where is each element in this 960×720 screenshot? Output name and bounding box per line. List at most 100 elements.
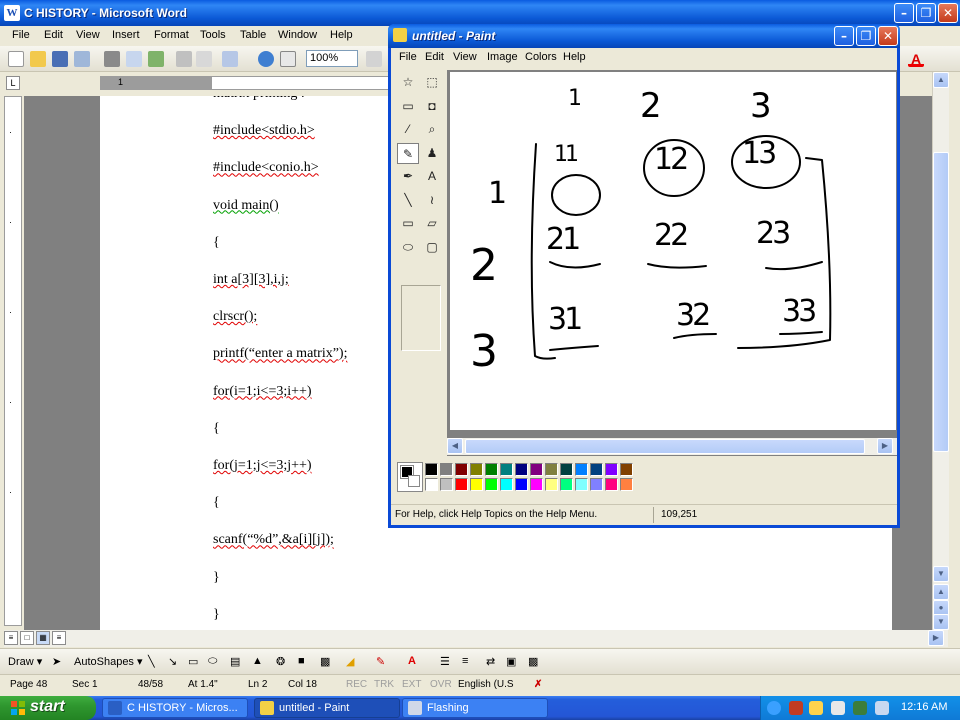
- volume-icon[interactable]: [875, 701, 889, 715]
- table-icon[interactable]: [280, 51, 296, 67]
- word-title-bar[interactable]: W C HISTORY - Microsoft Word – ❐ ✕: [0, 0, 960, 26]
- print-layout-icon[interactable]: ▦: [36, 631, 50, 645]
- paint-menu-image[interactable]: Image: [487, 51, 518, 63]
- zoom-select[interactable]: 100%: [306, 50, 358, 67]
- airbrush-tool-icon[interactable]: ✒: [397, 166, 419, 187]
- ellipse-tool-icon[interactable]: ⬭: [397, 237, 419, 258]
- word-menu-format[interactable]: Format: [154, 29, 189, 41]
- spelling-status-icon[interactable]: ✗: [534, 679, 542, 690]
- web-layout-icon[interactable]: □: [20, 631, 34, 645]
- word-menu-edit[interactable]: Edit: [44, 29, 63, 41]
- word-horizontal-scrollbar[interactable]: ≡ □ ▦ ≡ ▶: [4, 630, 948, 647]
- palette-swatch[interactable]: [620, 478, 633, 491]
- scroll-up-icon[interactable]: ▲: [933, 72, 949, 88]
- palette-swatch[interactable]: [500, 463, 513, 476]
- palette-swatch[interactable]: [440, 463, 453, 476]
- save-icon[interactable]: [52, 51, 68, 67]
- word-menu-tools[interactable]: Tools: [200, 29, 226, 41]
- line-color-icon[interactable]: ✎: [376, 655, 385, 668]
- permission-icon[interactable]: [74, 51, 90, 67]
- arrow-icon[interactable]: ↘: [168, 655, 177, 668]
- paint-scroll-left-icon[interactable]: ◀: [447, 438, 463, 454]
- 3d-style-icon[interactable]: ▩: [528, 655, 538, 668]
- word-close-button[interactable]: ✕: [938, 3, 958, 23]
- palette-swatch[interactable]: [530, 463, 543, 476]
- fill-color-icon[interactable]: ◢: [346, 655, 354, 668]
- palette-swatch[interactable]: [425, 463, 438, 476]
- help-icon[interactable]: [366, 51, 382, 67]
- paint-minimize-button[interactable]: –: [834, 26, 854, 46]
- brush-tool-icon[interactable]: ♟: [421, 143, 443, 164]
- previous-page-icon[interactable]: ▲: [933, 584, 949, 600]
- paint-title-bar[interactable]: untitled - Paint – ❐ ✕: [388, 24, 900, 48]
- rect-select-tool-icon[interactable]: ⬚: [421, 72, 443, 93]
- palette-swatch[interactable]: [560, 478, 573, 491]
- color-picker-tool-icon[interactable]: ⁄: [397, 119, 419, 140]
- oval-icon[interactable]: ⬭: [208, 655, 217, 668]
- clip-art-icon[interactable]: ■: [298, 655, 305, 667]
- curve-tool-icon[interactable]: ≀: [421, 190, 443, 211]
- taskbar-task[interactable]: C HISTORY - Micros...: [102, 698, 248, 718]
- picture-icon[interactable]: ▩: [320, 655, 330, 668]
- print-icon[interactable]: [104, 51, 120, 67]
- status-trk[interactable]: TRK: [374, 679, 394, 690]
- rectangle-tool-icon[interactable]: ▭: [397, 213, 419, 234]
- line-icon[interactable]: ╲: [148, 655, 155, 668]
- new-document-icon[interactable]: [8, 51, 24, 67]
- taskbar-task[interactable]: untitled - Paint: [254, 698, 400, 718]
- paint-scroll-right-icon[interactable]: ▶: [877, 438, 893, 454]
- cut-icon[interactable]: [176, 51, 192, 67]
- security-shield-icon[interactable]: [789, 701, 803, 715]
- palette-swatch[interactable]: [620, 463, 633, 476]
- palette-swatch[interactable]: [605, 478, 618, 491]
- undo-icon[interactable]: [222, 51, 238, 67]
- palette-swatch[interactable]: [575, 463, 588, 476]
- palette-swatch[interactable]: [545, 463, 558, 476]
- polygon-tool-icon[interactable]: ▱: [421, 213, 443, 234]
- scroll-right-icon[interactable]: ▶: [928, 630, 944, 646]
- tab-selector[interactable]: L: [6, 76, 20, 90]
- status-ext[interactable]: EXT: [402, 679, 421, 690]
- status-rec[interactable]: REC: [346, 679, 367, 690]
- palette-swatch[interactable]: [485, 478, 498, 491]
- fill-tool-icon[interactable]: ◘: [421, 96, 443, 117]
- network-icon[interactable]: [809, 701, 823, 715]
- taskbar-task[interactable]: Flashing: [402, 698, 548, 718]
- palette-swatch[interactable]: [455, 478, 468, 491]
- palette-swatch[interactable]: [425, 478, 438, 491]
- line-style-icon[interactable]: ☰: [440, 655, 450, 668]
- pencil-tool-icon[interactable]: ✎: [397, 142, 419, 164]
- spelling-icon[interactable]: [148, 51, 164, 67]
- word-menu-file[interactable]: File: [12, 29, 30, 41]
- palette-swatch[interactable]: [530, 478, 543, 491]
- draw-menu-button[interactable]: Draw ▾: [8, 655, 42, 668]
- palette-swatch[interactable]: [575, 478, 588, 491]
- text-box-icon[interactable]: ▤: [230, 655, 240, 668]
- free-form-select-tool-icon[interactable]: ☆: [397, 72, 419, 93]
- start-button[interactable]: start: [0, 696, 96, 720]
- palette-swatch[interactable]: [560, 463, 573, 476]
- palette-swatch[interactable]: [470, 463, 483, 476]
- palette-swatch[interactable]: [500, 478, 513, 491]
- palette-swatch[interactable]: [440, 478, 453, 491]
- paint-canvas[interactable]: 1 2 3 1 2 3 11 12 13 21 22 23 31 32 33: [450, 72, 896, 430]
- palette-swatch[interactable]: [485, 463, 498, 476]
- font-color-icon[interactable]: A: [908, 51, 924, 67]
- arrow-style-icon[interactable]: ⇄: [486, 655, 495, 668]
- palette-swatch[interactable]: [605, 463, 618, 476]
- line-tool-icon[interactable]: ╲: [397, 190, 419, 211]
- paint-menu-file[interactable]: File: [399, 51, 417, 63]
- scroll-down-icon[interactable]: ▼: [933, 566, 949, 582]
- paint-scroll-thumb[interactable]: [465, 439, 865, 454]
- paint-horizontal-scrollbar[interactable]: ◀ ▶: [447, 438, 897, 455]
- paint-menu-colors[interactable]: Colors: [525, 51, 557, 63]
- rounded-rect-tool-icon[interactable]: ▢: [421, 237, 443, 258]
- monitor-icon[interactable]: [831, 701, 845, 715]
- magnifier-tool-icon[interactable]: ⌕: [421, 119, 443, 140]
- shadow-style-icon[interactable]: ▣: [506, 655, 516, 668]
- palette-swatch[interactable]: [455, 463, 468, 476]
- draw-font-color-icon[interactable]: A: [408, 655, 416, 667]
- palette-swatch[interactable]: [590, 463, 603, 476]
- palette-swatch[interactable]: [515, 478, 528, 491]
- paint-menu-help[interactable]: Help: [563, 51, 586, 63]
